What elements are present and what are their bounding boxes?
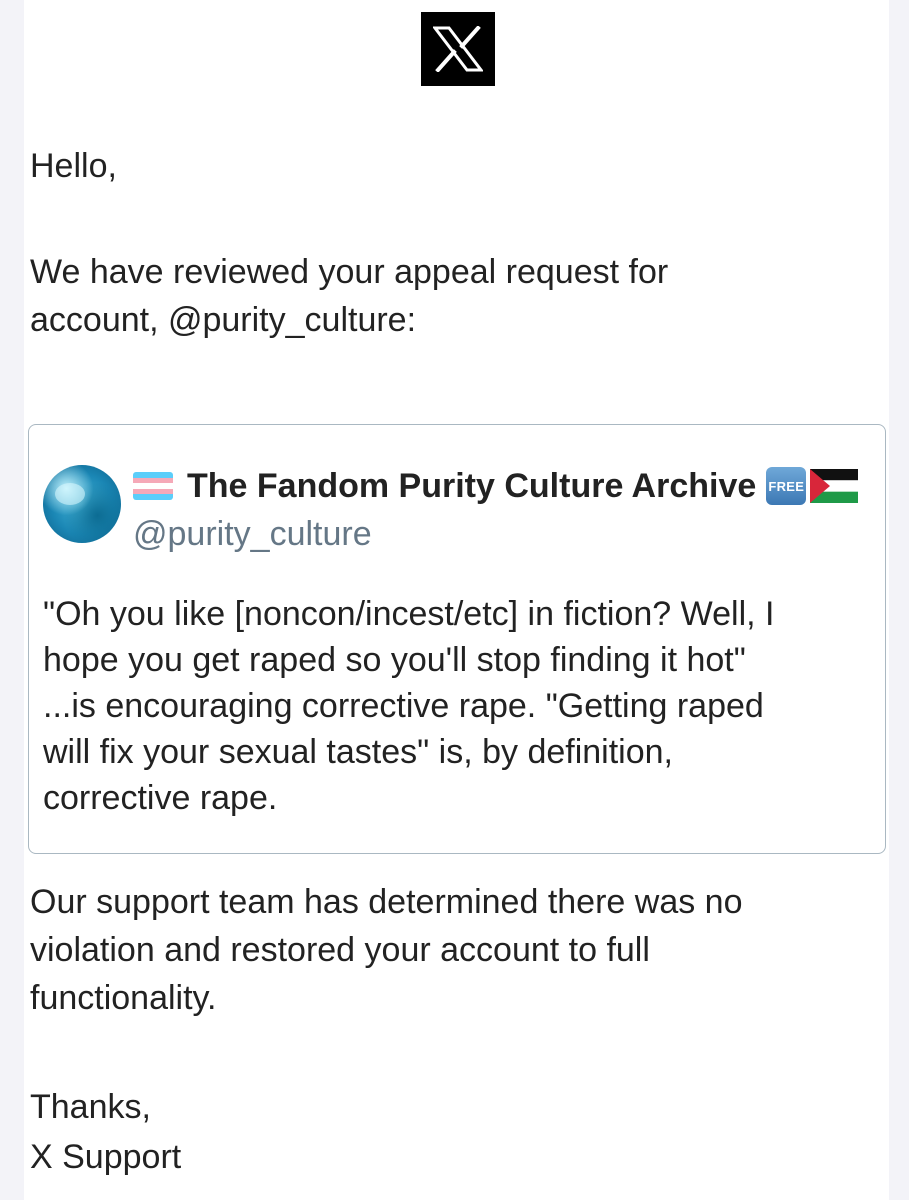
greeting-text: Hello, — [30, 147, 117, 185]
result-text: Our support team has determined there wa… — [30, 883, 743, 1017]
palestine-flag-icon — [810, 469, 859, 503]
author-handle[interactable]: @purity_culture — [133, 511, 372, 557]
signoff-text: X Support — [30, 1138, 182, 1176]
email-body: Hello, We have reviewed your appeal requ… — [24, 0, 889, 1200]
x-logo-icon — [421, 12, 495, 86]
free-badge-icon: FREE — [766, 467, 807, 505]
profile-avatar[interactable] — [43, 465, 121, 543]
intro-text: We have reviewed your appeal request for… — [30, 253, 669, 339]
author-display-name[interactable]: The Fandom Purity Culture Archive — [187, 463, 756, 509]
thanks-text: Thanks, — [30, 1088, 151, 1126]
tweet-author-row: The Fandom Purity Culture Archive FREE — [133, 463, 859, 509]
transgender-flag-icon — [133, 472, 173, 500]
quoted-tweet-card[interactable]: The Fandom Purity Culture Archive FREE @… — [28, 424, 886, 854]
tweet-text: "Oh you like [noncon/incest/etc] in fict… — [43, 595, 775, 817]
x-logo-glyph — [433, 26, 483, 72]
